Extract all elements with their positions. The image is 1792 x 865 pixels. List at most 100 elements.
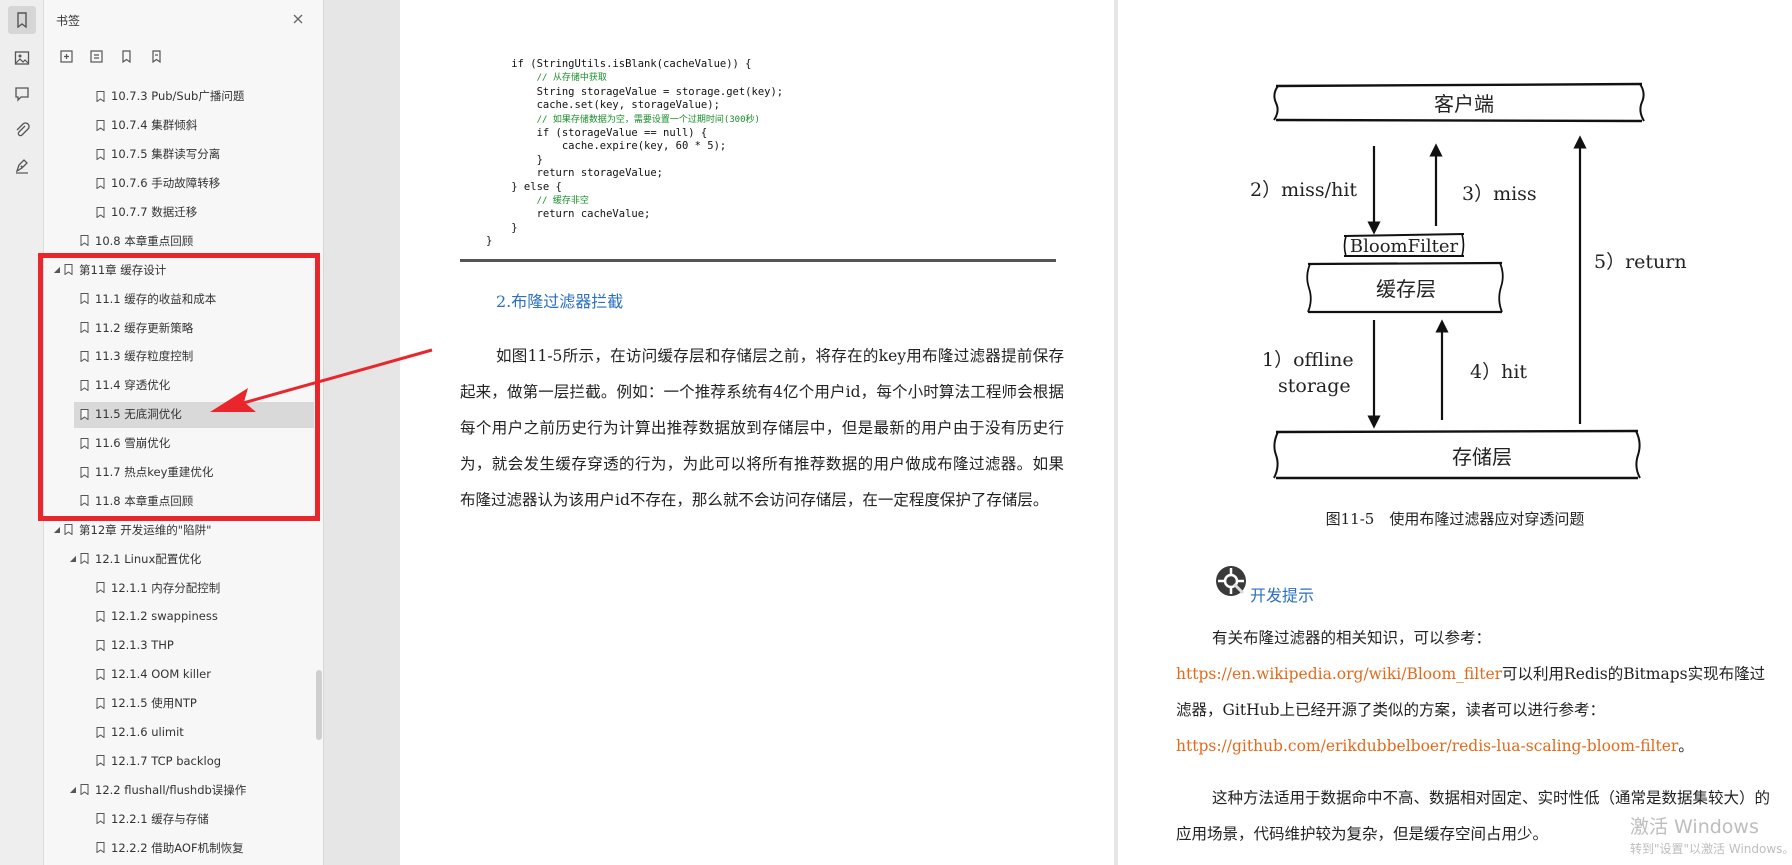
activation-watermark: 激活 Windows bbox=[1630, 816, 1759, 838]
bookmark-item[interactable]: 10.8 本章重点回顾 bbox=[44, 226, 314, 255]
label-miss: 3）miss bbox=[1462, 183, 1537, 205]
activation-watermark-hint: 转到"设置"以激活 Windows。 bbox=[1630, 842, 1792, 856]
bookmark-item-icon bbox=[80, 235, 89, 247]
code-comment-line: // 缓存非空 bbox=[486, 194, 783, 208]
wikipedia-link[interactable]: https://en.wikipedia.org/wiki/Bloom_filt… bbox=[1176, 665, 1502, 683]
tip-paragraph: 有关布隆过滤器的相关知识，可以参考： https://en.wikipedia.o… bbox=[1176, 620, 1776, 764]
bookmark-item-icon bbox=[80, 784, 89, 796]
bookmark-item-icon bbox=[96, 177, 105, 189]
bookmark-item[interactable]: 12.1.3 THP bbox=[44, 631, 314, 660]
bookmark-item-label: 12.1.7 TCP backlog bbox=[111, 753, 222, 768]
bookmark-item-label: 10.7.3 Pub/Sub广播问题 bbox=[111, 89, 245, 104]
tip-text-c: 。 bbox=[1678, 737, 1694, 755]
bookmark-item-icon bbox=[96, 697, 105, 709]
bookmark-item[interactable]: 12.1.5 使用NTP bbox=[44, 689, 314, 718]
bookmark-item-label: 12.1 Linux配置优化 bbox=[95, 551, 202, 566]
bookmark-item-label: 12.1.4 OOM killer bbox=[111, 667, 211, 682]
comment-icon[interactable] bbox=[8, 80, 36, 108]
dev-tip-heading: 开发提示 bbox=[1214, 556, 1314, 606]
label-hit: 4）hit bbox=[1470, 361, 1527, 383]
github-link[interactable]: https://github.com/erikdubbelboer/redis-… bbox=[1176, 737, 1678, 755]
section-title: 2.布隆过滤器拦截 bbox=[496, 292, 624, 311]
attachment-icon[interactable] bbox=[8, 116, 36, 144]
code-line: if (StringUtils.isBlank(cacheValue)) { bbox=[486, 58, 752, 70]
code-comment-line: // 从存储中获取 bbox=[486, 71, 783, 85]
code-line: String storageValue = storage.get(key); bbox=[486, 85, 784, 98]
bloom-filter-diagram: 客户端 BloomFilter 缓存层 存储层 2）miss/hit 3）mis… bbox=[1250, 82, 1687, 480]
document-page-right: 客户端 BloomFilter 缓存层 存储层 2）miss/hit 3）mis… bbox=[1118, 0, 1792, 865]
bookmark-item-icon bbox=[96, 119, 105, 131]
bookmark-item-icon bbox=[96, 813, 105, 825]
bookmark-item[interactable]: 12.1.6 ulimit bbox=[44, 718, 314, 747]
bookmark-item-icon bbox=[96, 148, 105, 160]
bookmark-icon[interactable] bbox=[8, 6, 36, 34]
code-line: cache.set(key, storageValue); bbox=[486, 99, 720, 112]
bookmark-item-label: 10.8 本章重点回顾 bbox=[95, 233, 194, 248]
expand-caret-icon[interactable]: ◢ bbox=[68, 554, 78, 563]
bookmark-item-icon bbox=[96, 842, 105, 854]
expand-caret-icon[interactable]: ◢ bbox=[68, 785, 78, 794]
delete-bookmark-icon[interactable] bbox=[86, 46, 106, 66]
bookmark-item[interactable]: 10.7.3 Pub/Sub广播问题 bbox=[44, 82, 314, 111]
bookmark-item-label: 10.7.4 集群倾斜 bbox=[111, 118, 198, 133]
signature-icon[interactable] bbox=[8, 152, 36, 180]
bookmark-item[interactable]: 12.2.2 借助AOF机制恢复 bbox=[44, 833, 314, 862]
code-line: } bbox=[486, 153, 543, 166]
image-icon[interactable] bbox=[8, 44, 36, 72]
bookmark-item[interactable]: 12.1.2 swappiness bbox=[44, 602, 314, 631]
bloomfilter-box: BloomFilter bbox=[1343, 233, 1465, 257]
cache-layer-box: 缓存层 bbox=[1306, 261, 1504, 314]
bookmark-item-label: 12.1.2 swappiness bbox=[111, 609, 218, 624]
panel-title: 书签 bbox=[56, 14, 81, 28]
collapse-bookmark-icon[interactable] bbox=[146, 46, 166, 66]
bookmark-item[interactable]: 10.7.6 手动故障转移 bbox=[44, 169, 314, 198]
bookmark-item-label: 12.1.3 THP bbox=[111, 638, 174, 653]
bookmark-item[interactable]: 10.7.7 数据迁移 bbox=[44, 198, 314, 227]
bookmark-item-icon bbox=[96, 610, 105, 622]
bookmark-item-label: 12.1.6 ulimit bbox=[111, 725, 184, 740]
expand-bookmark-icon[interactable] bbox=[116, 46, 136, 66]
scrollbar-thumb[interactable] bbox=[316, 670, 322, 740]
highlight-box bbox=[38, 253, 320, 521]
code-block: if (StringUtils.isBlank(cacheValue)) { /… bbox=[486, 58, 783, 249]
bookmark-item-icon bbox=[96, 582, 105, 594]
document-page-left: if (StringUtils.isBlank(cacheValue)) { /… bbox=[400, 0, 1114, 865]
expand-caret-icon[interactable]: ◢ bbox=[52, 525, 62, 534]
bookmark-item[interactable]: 10.7.4 集群倾斜 bbox=[44, 111, 314, 140]
code-line: } else { bbox=[486, 180, 562, 193]
code-divider bbox=[460, 259, 1056, 262]
bookmark-item-label: 12.2 flushall/flushdb误操作 bbox=[95, 782, 247, 797]
bookmark-toolbar bbox=[56, 46, 166, 66]
bookmark-item-icon bbox=[96, 755, 105, 767]
bookmark-item-label: 10.7.6 手动故障转移 bbox=[111, 176, 221, 191]
bookmark-item-label: 12.1.1 内存分配控制 bbox=[111, 580, 221, 595]
bookmark-item-icon bbox=[96, 639, 105, 651]
add-bookmark-icon[interactable] bbox=[56, 46, 76, 66]
panel-header: 书签 bbox=[44, 0, 324, 40]
storage-layer-box: 存储层 bbox=[1273, 429, 1641, 480]
code-line: return storageValue; bbox=[486, 167, 664, 180]
code-line: if (storageValue == null) { bbox=[486, 127, 708, 140]
client-label: 客户端 bbox=[1434, 92, 1494, 116]
bookmark-item[interactable]: 12.1.4 OOM killer bbox=[44, 660, 314, 689]
client-box: 客户端 bbox=[1273, 82, 1645, 123]
code-comment-line: // 如果存储数据为空，需要设置一个过期时间(300秒) bbox=[486, 113, 783, 127]
label-storage: storage bbox=[1278, 375, 1351, 397]
tip-icon bbox=[1216, 566, 1246, 596]
bookmark-item[interactable]: 12.2.1 缓存与存储 bbox=[44, 804, 314, 833]
code-line: return cacheValue; bbox=[486, 208, 651, 221]
bookmark-item[interactable]: ◢ 12.2 flushall/flushdb误操作 bbox=[44, 775, 314, 804]
close-icon[interactable] bbox=[290, 11, 306, 27]
bookmark-item-label: 12.1.5 使用NTP bbox=[111, 696, 197, 711]
bookmark-item[interactable]: 12.1.1 内存分配控制 bbox=[44, 573, 314, 602]
storage-layer-label: 存储层 bbox=[1452, 445, 1512, 469]
code-line: } bbox=[486, 221, 518, 234]
bookmark-item[interactable]: ◢ 12.1 Linux配置优化 bbox=[44, 544, 314, 573]
bookmark-item[interactable]: 12.1.7 TCP backlog bbox=[44, 746, 314, 775]
code-comment: // 从存储中获取 bbox=[536, 73, 607, 84]
code-comment: // 如果存储数据为空，需要设置一个过期时间(300秒) bbox=[536, 114, 760, 125]
bookmark-item[interactable]: 10.7.5 集群读写分离 bbox=[44, 140, 314, 169]
